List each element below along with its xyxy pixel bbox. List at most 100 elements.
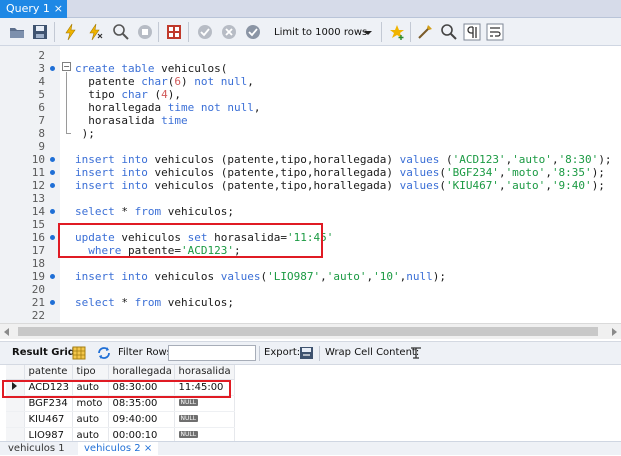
code-line[interactable]: 3 create table vehiculos(	[0, 62, 621, 75]
refresh-icon[interactable]	[96, 346, 112, 360]
find-icon[interactable]	[440, 23, 458, 41]
code-text: horallegada time not null,	[88, 101, 261, 114]
cell-value: 00:00:10	[112, 429, 158, 441]
code-line[interactable]: 12 insert into vehiculos (patente,tipo,ho…	[0, 179, 621, 192]
tab-strip: Query 1 ×	[0, 0, 621, 18]
code-line[interactable]: 7 horasalida time	[0, 114, 621, 127]
line-number: 3	[38, 62, 45, 75]
rollback-icon[interactable]	[220, 23, 238, 41]
table-cell[interactable]: 09:40:00	[108, 411, 175, 428]
code-line[interactable]: 2	[0, 49, 621, 62]
tab-query-1[interactable]: Query 1 ×	[0, 0, 67, 18]
result-tab-2[interactable]: vehiculos 2 ×	[78, 442, 159, 456]
beautify-icon[interactable]	[416, 23, 434, 41]
autocommit-icon[interactable]	[244, 23, 262, 41]
wrap-cell-content-icon[interactable]	[409, 346, 423, 360]
code-line[interactable]: 8 );	[0, 127, 621, 140]
code-line[interactable]: 20	[0, 283, 621, 296]
close-tab-icon[interactable]: ×	[144, 443, 152, 454]
cell-value: KIU467	[28, 413, 65, 425]
scroll-right-icon[interactable]	[612, 328, 617, 336]
code-line[interactable]: 5 tipo char (4),	[0, 88, 621, 101]
column-header[interactable]: horallegada	[108, 365, 175, 380]
sql-editor[interactable]: 2 3 create table vehiculos(4 patente char(…	[0, 46, 621, 323]
code-line[interactable]: 22	[0, 309, 621, 322]
commit-icon[interactable]	[196, 23, 214, 41]
row-header[interactable]	[6, 411, 25, 428]
toolbar-separator	[54, 22, 55, 42]
code-text: horasalida time	[88, 114, 188, 127]
close-tab-icon[interactable]: ×	[54, 0, 63, 18]
statement-marker-icon	[50, 235, 55, 240]
invisible-chars-icon[interactable]	[463, 23, 481, 41]
code-line[interactable]: 14 select * from vehiculos;	[0, 205, 621, 218]
line-number: 15	[31, 218, 45, 231]
line-number: 10	[31, 153, 45, 166]
table-cell[interactable]: auto	[72, 411, 109, 428]
fold-guide-end	[66, 133, 71, 134]
line-number: 17	[31, 244, 45, 257]
code-line[interactable]: 18	[0, 257, 621, 270]
statement-marker-icon	[50, 170, 55, 175]
code-line[interactable]: 9	[0, 140, 621, 153]
word-wrap-icon[interactable]	[486, 23, 504, 41]
line-number: 22	[31, 309, 45, 322]
toggle-stop-on-error-icon[interactable]	[165, 23, 183, 41]
code-line[interactable]: 4 patente char(6) not null,	[0, 75, 621, 88]
code-line[interactable]: 10 insert into vehiculos (patente,tipo,ho…	[0, 153, 621, 166]
statement-marker-icon	[50, 209, 55, 214]
cell-value: moto	[76, 397, 103, 409]
column-header[interactable]: tipo	[72, 365, 109, 380]
line-number: 21	[31, 296, 45, 309]
code-text: insert into vehiculos (patente,tipo,hora…	[75, 153, 612, 166]
code-line[interactable]: 19 insert into vehiculos values('LIO987',…	[0, 270, 621, 283]
table-cell[interactable]: NULL	[174, 411, 235, 428]
save-icon[interactable]	[31, 23, 49, 41]
fold-toggle-icon[interactable]: −	[62, 62, 71, 71]
code-text: create table vehiculos(	[75, 62, 228, 75]
code-line[interactable]: 6 horallegada time not null,	[0, 101, 621, 114]
code-line[interactable]: 21 select * from vehiculos;	[0, 296, 621, 309]
toolbar-separator	[319, 346, 320, 361]
grid-view-icon[interactable]	[72, 346, 86, 360]
filter-rows-input[interactable]	[168, 345, 256, 361]
column-header[interactable]: patente	[24, 365, 73, 380]
null-badge: NULL	[178, 415, 199, 422]
result-grid-label[interactable]: Result Grid	[12, 342, 75, 364]
table-row[interactable]: KIU467 auto 09:40:00 NULL	[6, 411, 235, 428]
line-number: 8	[38, 127, 45, 140]
column-header[interactable]: horasalida	[174, 365, 235, 380]
limit-rows-select[interactable]: Limit to 1000 rows	[269, 23, 377, 41]
export-icon[interactable]	[299, 346, 314, 360]
update-statement-highlight	[58, 223, 323, 258]
line-number: 18	[31, 257, 45, 270]
result-tab-label: vehiculos 1	[8, 443, 65, 454]
scroll-left-icon[interactable]	[4, 328, 9, 336]
open-folder-icon[interactable]	[8, 23, 26, 41]
line-number: 2	[38, 49, 45, 62]
statement-marker-icon	[50, 274, 55, 279]
code-text: select * from vehiculos;	[75, 205, 234, 218]
line-number: 19	[31, 270, 45, 283]
execute-statement-icon[interactable]	[87, 23, 105, 41]
stop-icon[interactable]	[136, 23, 154, 41]
statement-marker-icon	[50, 157, 55, 162]
table-cell[interactable]: KIU467	[24, 411, 73, 428]
result-tab-1[interactable]: vehiculos 1	[2, 442, 71, 456]
cell-value: 09:40:00	[112, 413, 158, 425]
explain-icon[interactable]	[112, 23, 130, 41]
execute-icon[interactable]	[62, 23, 80, 41]
toolbar-separator	[381, 22, 382, 42]
tab-title: Query 1	[6, 2, 50, 15]
statement-marker-icon	[50, 300, 55, 305]
add-snippet-icon[interactable]	[388, 23, 406, 41]
wrap-cell-content-label: Wrap Cell Content:	[325, 347, 420, 358]
cell-value: auto	[76, 429, 100, 441]
export-label: Export:	[264, 347, 301, 358]
code-line[interactable]: 11 insert into vehiculos (patente,tipo,ho…	[0, 166, 621, 179]
toolbar-separator	[410, 22, 411, 42]
scrollbar-thumb[interactable]	[18, 327, 598, 336]
code-line[interactable]: 13	[0, 192, 621, 205]
null-badge: NULL	[178, 431, 199, 438]
editor-horizontal-scrollbar[interactable]	[0, 323, 621, 339]
